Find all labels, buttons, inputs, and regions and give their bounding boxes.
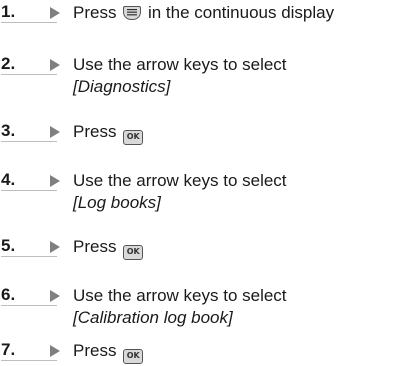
step-arrow-icon bbox=[50, 59, 60, 71]
menu-path-label: [Calibration log book] bbox=[73, 308, 233, 327]
step-text-before: Press bbox=[73, 237, 117, 256]
step-text-after: in the continuous display bbox=[147, 3, 335, 22]
step-text-before: Press bbox=[73, 3, 117, 22]
menu-path-label: [Diagnostics] bbox=[73, 77, 171, 96]
step-text-before: Press bbox=[73, 122, 117, 141]
step-text: Use the arrow keys to select [Calibratio… bbox=[73, 285, 287, 329]
ok-key-icon: OK bbox=[123, 130, 144, 145]
menu-path-label: [Log books] bbox=[73, 193, 161, 212]
step-number: 3. bbox=[1, 121, 16, 140]
menu-key-icon bbox=[123, 6, 142, 20]
step-number: 5. bbox=[1, 236, 16, 255]
step-text: Use the arrow keys to select [Diagnostic… bbox=[73, 54, 287, 98]
step-text: Press OK bbox=[73, 340, 144, 364]
step-text-line: Use the arrow keys to select bbox=[73, 55, 287, 74]
step-number: 1. bbox=[1, 2, 16, 21]
step-number: 2. bbox=[1, 54, 16, 73]
step-number-underline bbox=[1, 190, 57, 191]
step-text-line: Use the arrow keys to select bbox=[73, 286, 287, 305]
step-arrow-icon bbox=[50, 345, 60, 357]
step-text: Use the arrow keys to select [Log books] bbox=[73, 170, 287, 214]
step-arrow-icon bbox=[50, 126, 60, 138]
ok-key-icon: OK bbox=[123, 349, 144, 364]
ok-key-icon: OK bbox=[123, 245, 144, 260]
step-number-underline bbox=[1, 360, 57, 361]
step-arrow-icon bbox=[50, 7, 60, 19]
step-number: 4. bbox=[1, 170, 16, 189]
step-text: Press OK bbox=[73, 236, 144, 260]
step-number-underline bbox=[1, 305, 57, 306]
step-number-underline bbox=[1, 22, 57, 23]
step-number-underline bbox=[1, 256, 57, 257]
step-number-underline bbox=[1, 141, 57, 142]
step-text: Press OK bbox=[73, 121, 144, 145]
step-text-line: Use the arrow keys to select bbox=[73, 171, 287, 190]
step-number: 6. bbox=[1, 285, 16, 304]
step-arrow-icon bbox=[50, 241, 60, 253]
step-arrow-icon bbox=[50, 290, 60, 302]
step-text: Press in the continuous display bbox=[73, 2, 334, 24]
step-arrow-icon bbox=[50, 175, 60, 187]
step-number-underline bbox=[1, 74, 57, 75]
step-text-before: Press bbox=[73, 341, 117, 360]
step-number: 7. bbox=[1, 340, 16, 359]
